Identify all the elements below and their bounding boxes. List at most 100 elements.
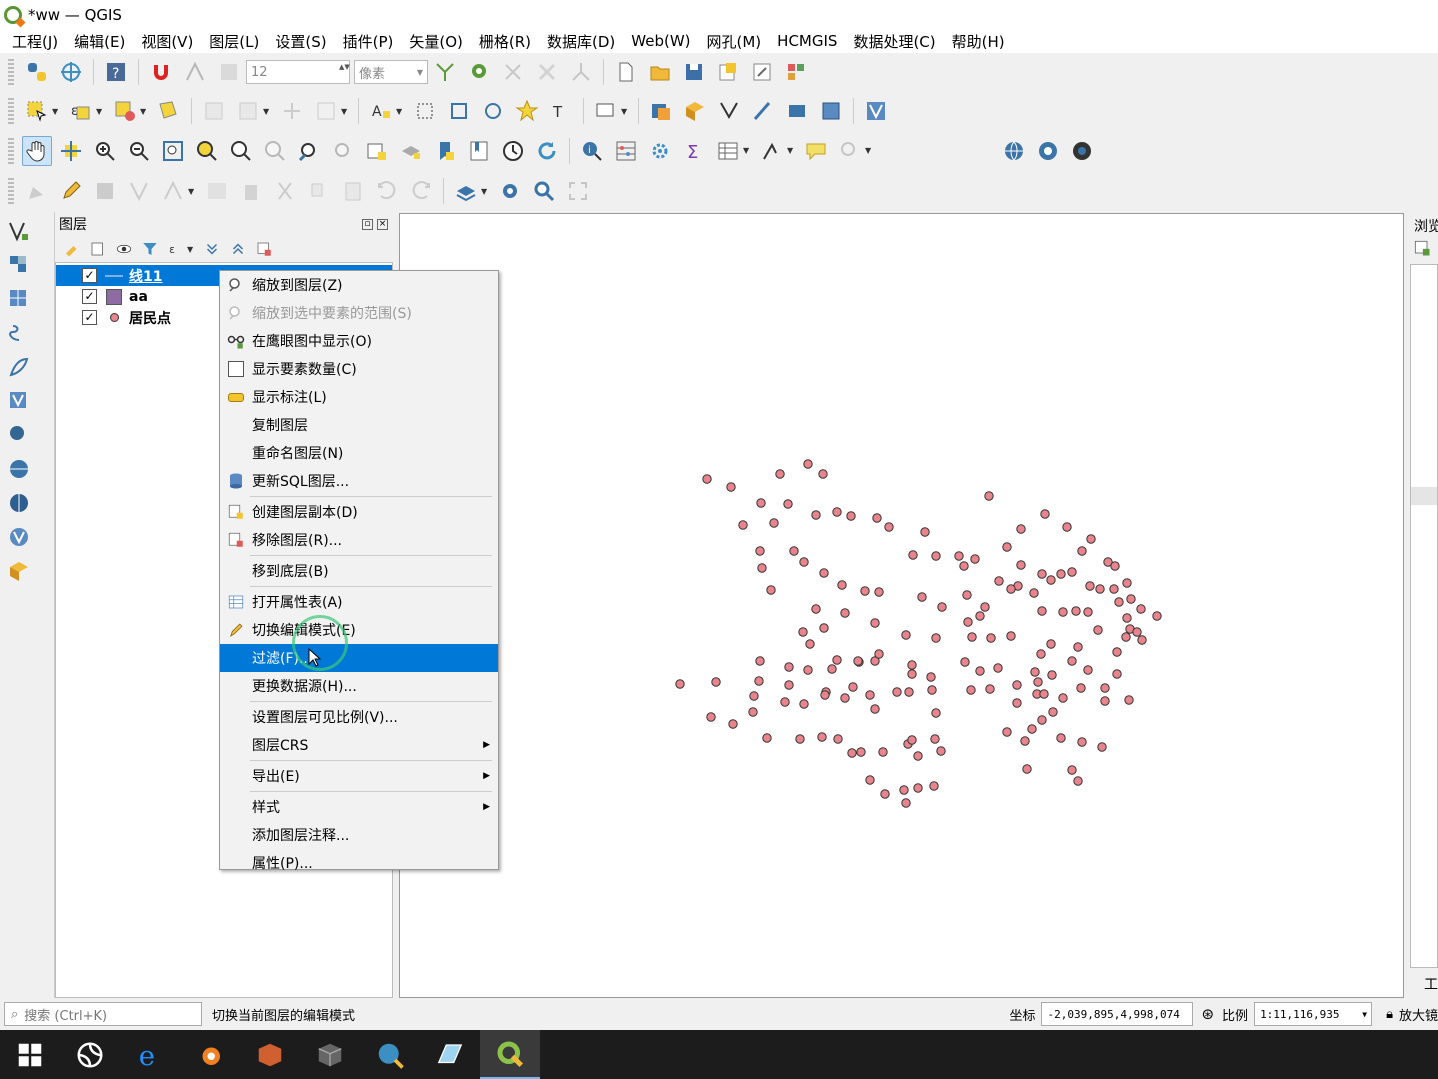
select-features-icon[interactable] (22, 96, 52, 126)
zoom-out-icon[interactable] (124, 136, 154, 166)
add-spatialite-icon[interactable] (4, 352, 34, 382)
snapping-magnet-icon[interactable] (146, 57, 176, 87)
current-edits-icon[interactable] (22, 176, 52, 206)
snap-type-icon[interactable] (214, 57, 244, 87)
snap-vertex-icon[interactable] (180, 57, 210, 87)
new-print-layout-icon[interactable] (713, 57, 743, 87)
toolbar-handle[interactable] (8, 59, 14, 85)
refresh-icon[interactable] (532, 136, 562, 166)
menu-hcmgis[interactable]: HCMGIS (769, 32, 845, 50)
map-canvas[interactable] (399, 213, 1404, 998)
menu-plugins[interactable]: 插件(P) (335, 31, 402, 52)
hcmgis-icon-6[interactable] (816, 96, 846, 126)
menu-create-layer-copy[interactable]: 创建图层副本(D) (220, 498, 498, 526)
processing-gear-icon[interactable] (645, 136, 675, 166)
redo-icon[interactable] (406, 176, 436, 206)
zoom-to-selection-icon[interactable] (192, 136, 222, 166)
toolbar-handle[interactable] (8, 178, 14, 204)
chevron-down-icon[interactable]: ▼ (52, 107, 62, 116)
topology-icon[interactable] (464, 57, 494, 87)
collapse-all-icon[interactable] (227, 238, 249, 260)
menu-raster[interactable]: 栅格(R) (471, 31, 539, 52)
menu-change-data-source[interactable]: 更换数据源(H)... (220, 672, 498, 700)
add-raster-layer-icon[interactable] (4, 250, 34, 280)
add-feature-icon[interactable] (124, 176, 154, 206)
deselect-icon[interactable] (110, 96, 140, 126)
zoom-last-icon[interactable] (294, 136, 324, 166)
measure-icon[interactable] (757, 136, 787, 166)
tab-bottom[interactable]: 工 (1424, 974, 1438, 994)
menu-toggle-editing[interactable]: 切换编辑模式(E) (220, 616, 498, 644)
rotate-label-icon[interactable] (478, 96, 508, 126)
new-3d-map-icon[interactable] (396, 136, 426, 166)
menu-show-feature-count[interactable]: 显示要素数量(C) (220, 355, 498, 383)
chevron-down-icon[interactable]: ▼ (865, 146, 875, 155)
qgis-designer-icon[interactable] (420, 1030, 480, 1079)
layer-visibility-checkbox[interactable]: ✓ (82, 289, 97, 304)
offset-icon[interactable] (277, 96, 307, 126)
zoom-full-icon[interactable] (158, 136, 188, 166)
menu-edit[interactable]: 编辑(E) (66, 31, 133, 52)
new-map-view-icon[interactable] (362, 136, 392, 166)
chevron-down-icon[interactable]: ▼ (96, 107, 106, 116)
add-selected-layers-icon[interactable] (1412, 238, 1432, 258)
menu-show-in-overview[interactable]: 在鹰眼图中显示(O) (220, 327, 498, 355)
save-project-icon[interactable] (679, 57, 709, 87)
menu-view[interactable]: 视图(V) (133, 31, 201, 52)
menu-web[interactable]: Web(W) (623, 32, 698, 50)
reshape-icon[interactable] (233, 96, 263, 126)
menu-filter[interactable]: 过滤(F)... (220, 644, 498, 672)
hcmgis-icon-3[interactable] (714, 96, 744, 126)
chevron-down-icon[interactable]: ▼ (187, 245, 197, 254)
menu-rename-layer[interactable]: 重命名图层(N) (220, 439, 498, 467)
windows-start-icon[interactable] (0, 1030, 60, 1079)
layer-visibility-checkbox[interactable]: ✓ (82, 268, 97, 283)
vertex-tool-icon[interactable] (158, 176, 188, 206)
menu-remove-layer[interactable]: 移除图层(R)... (220, 526, 498, 554)
add-wms-icon[interactable] (4, 454, 34, 484)
add-delimited-text-icon[interactable] (4, 318, 34, 348)
rotate-icon[interactable] (311, 96, 341, 126)
menu-vector[interactable]: 矢量(O) (401, 31, 471, 52)
chevron-down-icon[interactable]: ▼ (743, 146, 753, 155)
expand-all-icon[interactable] (201, 238, 223, 260)
toggle-extents-icon[interactable]: ⊛ (1201, 1005, 1214, 1023)
hcmgis-icon-4[interactable] (748, 96, 778, 126)
fullscreen-icon[interactable] (563, 176, 593, 206)
close-panel-icon[interactable]: × (377, 218, 388, 230)
chevron-down-icon[interactable]: ▼ (621, 107, 631, 116)
pin-label-icon[interactable] (410, 96, 440, 126)
split-icon[interactable] (532, 57, 562, 87)
new-project-icon[interactable] (611, 57, 641, 87)
menu-mesh[interactable]: 网孔(M) (699, 31, 770, 52)
menu-project[interactable]: 工程(J) (4, 31, 66, 52)
internet-explorer-icon[interactable]: e (120, 1030, 180, 1079)
menu-duplicate-layer[interactable]: 复制图层 (220, 411, 498, 439)
box-app-icon[interactable] (240, 1030, 300, 1079)
star-icon[interactable] (512, 96, 542, 126)
copy-icon[interactable] (304, 176, 334, 206)
chevron-down-icon[interactable]: ▼ (481, 187, 491, 196)
select-by-expression-icon[interactable]: ε (66, 96, 96, 126)
chevron-down-icon[interactable]: ▼ (263, 107, 273, 116)
attribute-table-abacus-icon[interactable] (611, 136, 641, 166)
menu-styles[interactable]: 样式 ▶ (220, 793, 498, 821)
locator-search-input[interactable]: ⌕ 搜索 (Ctrl+K) (4, 1002, 202, 1026)
chevron-down-icon[interactable]: ▼ (787, 146, 797, 155)
add-vector-layer-icon[interactable] (4, 216, 34, 246)
menu-open-attribute-table[interactable]: 打开属性表(A) (220, 588, 498, 616)
web-service-icon-1[interactable] (999, 136, 1029, 166)
toolbar-handle[interactable] (8, 137, 14, 164)
identify-icon[interactable]: i (577, 136, 607, 166)
chevron-down-icon[interactable]: ▼ (396, 107, 406, 116)
add-mesh-layer-icon[interactable] (4, 284, 34, 314)
label-icon[interactable]: A (366, 96, 396, 126)
layout-manager-icon[interactable] (747, 57, 777, 87)
hcmgis-icon-1[interactable] (646, 96, 676, 126)
add-group-icon[interactable] (87, 238, 109, 260)
font-size-spinbox[interactable]: 12 (246, 60, 350, 84)
layer-visibility-checkbox[interactable]: ✓ (82, 310, 97, 325)
merge-icon[interactable] (566, 57, 596, 87)
style-manager-icon[interactable] (781, 57, 811, 87)
menu-layer[interactable]: 图层(L) (201, 31, 267, 52)
